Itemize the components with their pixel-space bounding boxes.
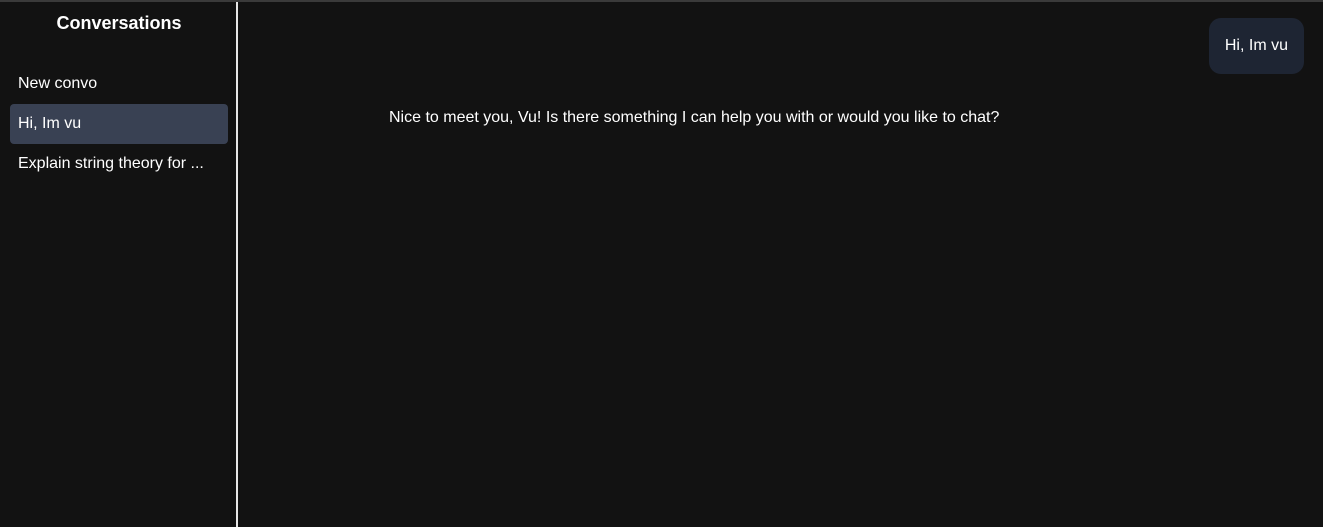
- chat-app: Conversations New convo Hi, Im vu Explai…: [0, 0, 1323, 527]
- sidebar-title: Conversations: [56, 13, 182, 33]
- conversation-item-new-convo[interactable]: New convo: [10, 64, 228, 104]
- conversation-item-explain-string-theory[interactable]: Explain string theory for ...: [10, 144, 228, 184]
- assistant-message: Nice to meet you, Vu! Is there something…: [389, 109, 1000, 126]
- conversation-item-hi-im-vu[interactable]: Hi, Im vu: [10, 104, 228, 144]
- conversation-list: New convo Hi, Im vu Explain string theor…: [10, 64, 228, 184]
- chat-panel: Hi, Im vu Nice to meet you, Vu! Is there…: [238, 2, 1323, 527]
- conversations-sidebar: Conversations New convo Hi, Im vu Explai…: [0, 2, 238, 527]
- user-message-bubble: Hi, Im vu: [1208, 18, 1304, 74]
